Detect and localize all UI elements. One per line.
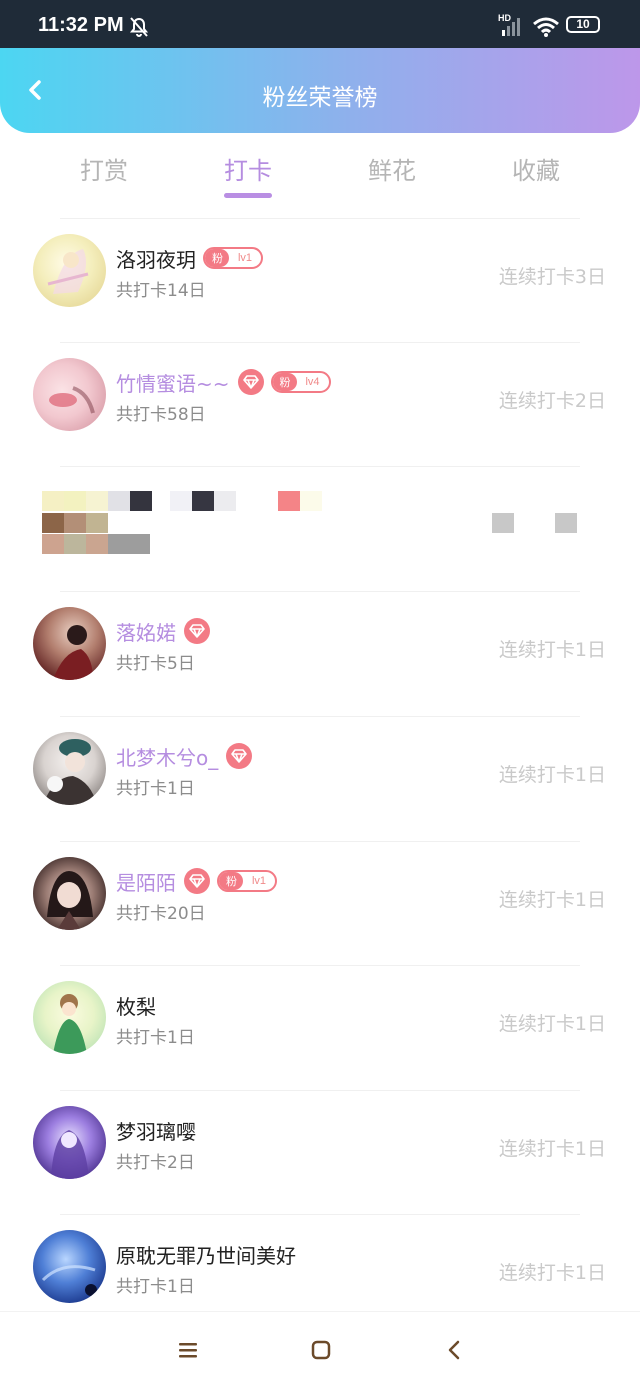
avatar[interactable] [33,857,106,930]
home-button[interactable] [309,1338,333,1366]
home-square-icon [311,1340,331,1360]
diamond-badge-icon [184,618,210,644]
list-item[interactable]: 枚梨 共打卡1日 连续打卡1日 [0,965,640,1090]
tab-indicator [224,193,272,198]
tab-checkin[interactable]: 打卡 [188,151,308,186]
tab-reward[interactable]: 打赏 [44,151,164,186]
total-checkin-days: 共打卡1日 [116,1277,195,1297]
total-checkin-days: 共打卡1日 [116,779,195,799]
hd-label: HD [498,13,511,23]
list-item[interactable]: 是陌陌 粉 lv1 共打卡20日 连续打卡1日 [0,841,640,966]
avatar[interactable] [33,981,106,1054]
fan-level: lv4 [305,376,320,388]
fan-level-badge: 粉 lv1 [217,870,277,892]
back-nav-button[interactable] [443,1338,467,1366]
status-bar: 11:32 PM HD 10 [0,0,640,48]
avatar[interactable] [33,607,106,680]
total-checkin-days: 共打卡1日 [116,1028,195,1048]
list-item[interactable]: 北梦木兮o_ 共打卡1日 连续打卡1日 [0,716,640,841]
menu-button[interactable] [176,1338,200,1366]
avatar[interactable] [33,234,106,307]
page-title: 粉丝荣誉榜 [262,85,378,111]
status-time: 11:32 PM [38,14,124,36]
wifi-icon [532,16,560,42]
user-name: 落姳婼 [116,620,176,645]
user-name: 枚梨 [116,994,156,1019]
avatar[interactable] [33,1106,106,1179]
fan-badge-label: 粉 [272,373,297,391]
list-item[interactable]: 落姳婼 共打卡5日 连续打卡1日 [0,591,640,716]
avatar[interactable] [33,1230,106,1303]
streak-days: 连续打卡2日 [498,390,606,412]
streak-days: 连续打卡1日 [498,639,606,661]
fan-level: lv1 [251,875,267,887]
streak-days: 连续打卡1日 [498,764,606,786]
bell-muted-icon [128,16,150,42]
streak-days: 连续打卡3日 [498,266,606,288]
tab-bar: 打赏 打卡 鲜花 收藏 [0,133,640,203]
menu-icon [179,1343,197,1358]
user-name: 竹情蜜语~~ [116,371,230,396]
tab-favorites[interactable]: 收藏 [476,151,596,186]
header-bar: 粉丝荣誉榜 [0,48,640,133]
total-checkin-days: 共打卡5日 [116,654,195,674]
battery-icon: 10 [566,16,600,33]
diamond-badge-icon [237,369,264,395]
fan-badge-label: 粉 [219,872,243,890]
fan-badge-label: 粉 [205,249,229,267]
total-checkin-days: 共打卡58日 [116,405,206,425]
list-item[interactable]: 竹情蜜语~~ 粉 lv4 共打卡58日 连续打卡2日 [0,342,640,467]
redacted-list-item [0,466,640,591]
streak-days: 连续打卡1日 [498,1262,606,1284]
signal-icon: HD [498,12,526,42]
user-name: 洛羽夜玥 [116,247,196,272]
user-name: 梦羽璃嘤 [116,1119,196,1144]
system-nav-bar [0,1311,640,1388]
total-checkin-days: 共打卡2日 [116,1153,195,1173]
total-checkin-days: 共打卡14日 [116,281,206,301]
streak-days: 连续打卡1日 [498,889,606,911]
total-checkin-days: 共打卡20日 [116,904,206,924]
avatar[interactable] [33,732,106,805]
avatar[interactable] [33,358,106,431]
tab-flowers[interactable]: 鲜花 [332,151,452,186]
back-triangle-icon [448,1340,460,1360]
user-name: 北梦木兮o_ [116,745,219,770]
user-name: 原耽无罪乃世间美好 [116,1243,296,1268]
diamond-badge-icon [184,868,210,894]
fan-level-badge: 粉 lv4 [270,371,331,393]
fan-level-badge: 粉 lv1 [203,247,263,269]
list-item[interactable]: 洛羽夜玥 粉 lv1 共打卡14日 连续打卡3日 [0,218,640,343]
streak-days: 连续打卡1日 [498,1013,606,1035]
user-name: 是陌陌 [116,870,176,895]
list-item[interactable]: 梦羽璃嘤 共打卡2日 连续打卡1日 [0,1090,640,1215]
fan-level: lv1 [237,252,253,264]
diamond-badge-icon [226,743,253,769]
streak-days: 连续打卡1日 [498,1138,606,1160]
